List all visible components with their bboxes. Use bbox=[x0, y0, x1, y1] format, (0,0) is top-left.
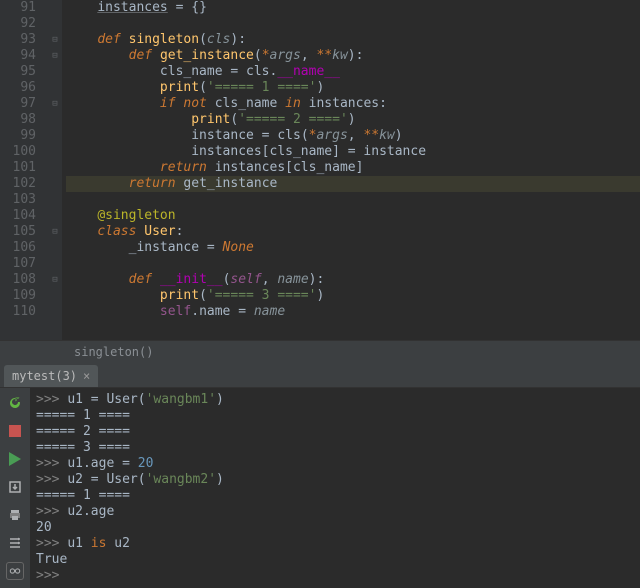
fold-marker[interactable]: ⊟ bbox=[48, 272, 62, 288]
console-line: >>> u1.age = 20 bbox=[36, 456, 634, 472]
console-line: ===== 1 ==== bbox=[36, 488, 634, 504]
code-line[interactable] bbox=[66, 256, 640, 272]
console-output[interactable]: >>> u1 = User('wangbm1')===== 1 ========… bbox=[30, 388, 640, 588]
line-number-gutter: 9192939495969798991001011021031041051061… bbox=[0, 0, 48, 340]
console-toolbar bbox=[0, 388, 30, 588]
line-number: 101 bbox=[0, 160, 36, 176]
scroll-icon[interactable] bbox=[6, 562, 24, 580]
line-number: 92 bbox=[0, 16, 36, 32]
console-line: >>> u1 = User('wangbm1') bbox=[36, 392, 634, 408]
code-line[interactable]: print('===== 1 ====') bbox=[66, 80, 640, 96]
breadcrumb[interactable]: singleton() bbox=[0, 340, 640, 362]
fold-marker[interactable] bbox=[48, 208, 62, 224]
line-number: 99 bbox=[0, 128, 36, 144]
fold-marker[interactable] bbox=[48, 304, 62, 320]
code-line[interactable]: @singleton bbox=[66, 208, 640, 224]
code-line[interactable]: class User: bbox=[66, 224, 640, 240]
code-line[interactable]: return instances[cls_name] bbox=[66, 160, 640, 176]
line-number: 105 bbox=[0, 224, 36, 240]
line-number: 102 bbox=[0, 176, 36, 192]
line-number: 100 bbox=[0, 144, 36, 160]
history-icon[interactable] bbox=[6, 534, 24, 552]
line-number: 104 bbox=[0, 208, 36, 224]
fold-marker[interactable]: ⊟ bbox=[48, 96, 62, 112]
stop-icon[interactable] bbox=[6, 422, 24, 440]
export-icon[interactable] bbox=[6, 478, 24, 496]
breadcrumb-item[interactable]: singleton() bbox=[74, 345, 153, 359]
fold-marker[interactable] bbox=[48, 176, 62, 192]
fold-marker[interactable] bbox=[48, 64, 62, 80]
code-line[interactable]: def __init__(self, name): bbox=[66, 272, 640, 288]
code-line[interactable]: if not cls_name in instances: bbox=[66, 96, 640, 112]
code-line[interactable]: cls_name = cls.__name__ bbox=[66, 64, 640, 80]
print-icon[interactable] bbox=[6, 506, 24, 524]
line-number: 93 bbox=[0, 32, 36, 48]
console-line: ===== 3 ==== bbox=[36, 440, 634, 456]
line-number: 103 bbox=[0, 192, 36, 208]
rerun-icon[interactable] bbox=[6, 394, 24, 412]
line-number: 96 bbox=[0, 80, 36, 96]
fold-marker[interactable] bbox=[48, 0, 62, 16]
line-number: 106 bbox=[0, 240, 36, 256]
console-panel: >>> u1 = User('wangbm1')===== 1 ========… bbox=[0, 388, 640, 588]
fold-marker[interactable] bbox=[48, 144, 62, 160]
tab-label: mytest(3) bbox=[12, 369, 77, 383]
line-number: 107 bbox=[0, 256, 36, 272]
code-line[interactable]: return get_instance bbox=[66, 176, 640, 192]
console-line: >>> u2.age bbox=[36, 504, 634, 520]
code-line[interactable]: def singleton(cls): bbox=[66, 32, 640, 48]
fold-marker[interactable] bbox=[48, 160, 62, 176]
code-line[interactable]: self.name = name bbox=[66, 304, 640, 320]
console-tab-bar: mytest(3) × bbox=[0, 362, 640, 388]
line-number: 91 bbox=[0, 0, 36, 16]
line-number: 109 bbox=[0, 288, 36, 304]
code-line[interactable]: instances = {} bbox=[66, 0, 640, 16]
fold-marker[interactable] bbox=[48, 112, 62, 128]
code-line[interactable] bbox=[66, 192, 640, 208]
fold-marker[interactable] bbox=[48, 240, 62, 256]
close-icon[interactable]: × bbox=[83, 369, 90, 383]
play-icon[interactable] bbox=[6, 450, 24, 468]
console-line: ===== 1 ==== bbox=[36, 408, 634, 424]
console-line: True bbox=[36, 552, 634, 568]
code-line[interactable] bbox=[66, 16, 640, 32]
line-number: 108 bbox=[0, 272, 36, 288]
line-number: 94 bbox=[0, 48, 36, 64]
console-line: 20 bbox=[36, 520, 634, 536]
code-line[interactable]: print('===== 3 ====') bbox=[66, 288, 640, 304]
code-editor[interactable]: 9192939495969798991001011021031041051061… bbox=[0, 0, 640, 340]
code-line[interactable]: instances[cls_name] = instance bbox=[66, 144, 640, 160]
line-number: 98 bbox=[0, 112, 36, 128]
fold-marker[interactable] bbox=[48, 288, 62, 304]
fold-marker[interactable] bbox=[48, 192, 62, 208]
console-line: >>> u2 = User('wangbm2') bbox=[36, 472, 634, 488]
console-line: ===== 2 ==== bbox=[36, 424, 634, 440]
tab-mytest[interactable]: mytest(3) × bbox=[4, 365, 98, 387]
code-line[interactable]: instance = cls(*args, **kw) bbox=[66, 128, 640, 144]
line-number: 95 bbox=[0, 64, 36, 80]
code-area[interactable]: instances = {} def singleton(cls): def g… bbox=[62, 0, 640, 340]
console-line: >>> bbox=[36, 568, 634, 584]
fold-marker[interactable] bbox=[48, 16, 62, 32]
code-line[interactable]: _instance = None bbox=[66, 240, 640, 256]
fold-marker[interactable] bbox=[48, 128, 62, 144]
fold-marker[interactable] bbox=[48, 256, 62, 272]
fold-marker[interactable] bbox=[48, 80, 62, 96]
fold-marker[interactable]: ⊟ bbox=[48, 32, 62, 48]
console-line: >>> u1 is u2 bbox=[36, 536, 634, 552]
fold-marker[interactable]: ⊟ bbox=[48, 48, 62, 64]
fold-marker[interactable]: ⊟ bbox=[48, 224, 62, 240]
code-line[interactable]: print('===== 2 ====') bbox=[66, 112, 640, 128]
line-number: 97 bbox=[0, 96, 36, 112]
code-line[interactable]: def get_instance(*args, **kw): bbox=[66, 48, 640, 64]
line-number: 110 bbox=[0, 304, 36, 320]
fold-column[interactable]: ⊟⊟⊟⊟⊟ bbox=[48, 0, 62, 340]
